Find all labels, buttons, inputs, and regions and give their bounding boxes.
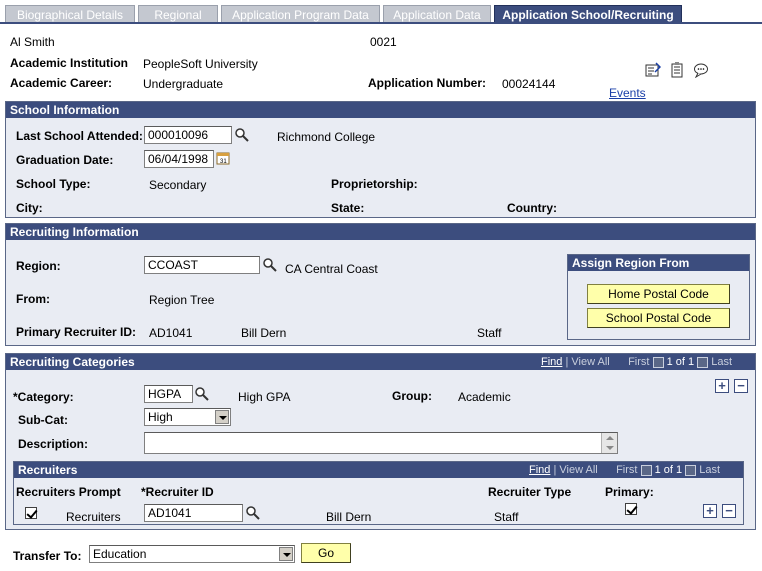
academic-career-label: Academic Career: [10,76,113,90]
last-school-input[interactable]: 000010096 [144,126,232,144]
subcat-select[interactable]: High [144,408,231,426]
home-postal-code-button[interactable]: Home Postal Code [587,284,730,304]
recruiting-information-title: Recruiting Information [6,224,755,240]
graduation-date-label: Graduation Date: [16,153,114,167]
recruiters-prompt-label: Recruiters [66,510,121,524]
primary-recruiter-id: AD1041 [149,326,193,340]
categories-count: 1 of 1 [666,356,695,368]
recruiters-first: First [616,464,638,476]
from-value: Region Tree [149,293,215,307]
description-scrollbar[interactable] [601,433,617,453]
events-link[interactable]: Events [609,86,646,100]
recruiting-categories-nav: Find | View All First 1 of 1 Last [541,356,733,368]
description-textarea[interactable] [144,432,618,454]
school-type-value: Secondary [149,178,207,192]
transfer-to-selected-value: Education [93,547,147,561]
categories-first: First [628,356,650,368]
tab-underline [0,22,762,24]
calendar-icon[interactable]: 31 [216,151,232,167]
region-label: Region: [16,259,61,273]
assign-region-title: Assign Region From [568,255,749,271]
subcat-label: Sub-Cat: [18,413,68,427]
from-label: From: [16,292,50,306]
transfer-to-select[interactable]: Education [89,545,295,563]
school-information-title: School Information [6,102,755,118]
region-input[interactable]: CCOAST [144,256,260,274]
tab-biographical-details[interactable]: Biographical Details [5,5,135,23]
svg-text:31: 31 [220,159,227,165]
region-description: CA Central Coast [285,262,378,276]
tab-regional[interactable]: Regional [138,5,218,23]
categories-view-all: View All [571,356,610,368]
checklist-icon[interactable] [645,62,662,78]
application-number-value: 00024144 [502,77,556,91]
student-name: Al Smith [10,35,55,49]
category-description: High GPA [238,390,291,404]
recruiters-next-arrow-icon[interactable] [685,464,697,476]
region-lookup-icon[interactable] [262,257,278,273]
recruiters-last: Last [699,464,721,476]
last-school-name: Richmond College [277,130,376,144]
recruiter-id-lookup-icon[interactable] [245,505,261,521]
recruiters-prompt-checkbox[interactable] [25,507,37,519]
student-id: 0021 [370,35,397,49]
tab-application-data[interactable]: Application Data [383,5,491,23]
subcat-selected-value: High [148,410,173,424]
categories-next-arrow-icon[interactable] [697,356,709,368]
recruiters-find-link[interactable]: Find [529,464,550,476]
recruiter-add-row-button[interactable]: + [703,504,717,518]
col-primary: Primary: [605,485,654,499]
recruiters-prev-arrow-icon[interactable] [640,464,652,476]
school-postal-code-button[interactable]: School Postal Code [587,308,730,328]
graduation-date-input[interactable]: 06/04/1998 [144,150,214,168]
recruiter-name: Bill Dern [326,510,372,524]
group-label: Group: [392,389,432,403]
recruiters-nav: Find | View All First 1 of 1 Last [529,464,721,476]
primary-recruiter-type: Staff [477,326,502,340]
academic-institution-label: Academic Institution [10,56,129,70]
group-value: Academic [458,390,511,404]
last-school-lookup-icon[interactable] [234,127,250,143]
school-type-label: School Type: [16,177,91,191]
academic-career-value: Undergraduate [143,77,224,91]
proprietorship-label: Proprietorship: [331,177,418,191]
category-label: *Category: [13,390,74,404]
recruiters-view-all: View All [559,464,598,476]
city-label: City: [16,201,43,215]
primary-recruiter-label: Primary Recruiter ID: [16,325,137,339]
school-information-group: School Information [5,101,756,218]
tab-application-program-data[interactable]: Application Program Data [221,5,380,23]
col-recruiters-prompt: Recruiters Prompt [16,485,121,499]
primary-checkbox[interactable] [625,503,637,515]
category-input[interactable]: HGPA [144,385,193,403]
description-label: Description: [18,437,89,451]
notes-icon[interactable] [669,62,685,78]
category-delete-row-button[interactable]: − [734,379,748,393]
chevron-down-icon[interactable] [215,410,229,424]
categories-find-link[interactable]: Find [541,356,562,368]
recruiter-delete-row-button[interactable]: − [722,504,736,518]
state-label: State: [331,201,365,215]
go-button[interactable]: Go [301,543,351,563]
col-recruiter-type: Recruiter Type [488,485,572,499]
category-add-row-button[interactable]: + [715,379,729,393]
comments-icon[interactable] [693,62,709,79]
recruiter-type-value: Staff [494,510,519,524]
chevron-down-icon[interactable] [279,547,293,561]
transfer-to-label: Transfer To: [13,549,82,563]
recruiters-count: 1 of 1 [654,464,683,476]
col-recruiter-id: *Recruiter ID [141,485,214,499]
application-number-label: Application Number: [368,76,487,90]
primary-recruiter-name: Bill Dern [241,326,287,340]
tab-application-school-recruiting[interactable]: Application School/Recruiting [494,5,682,23]
country-label: Country: [507,201,557,215]
recruiter-id-input[interactable]: AD1041 [144,504,243,522]
academic-institution-value: PeopleSoft University [143,57,258,71]
categories-last: Last [711,356,733,368]
categories-prev-arrow-icon[interactable] [652,356,664,368]
category-lookup-icon[interactable] [194,386,210,402]
last-school-label: Last School Attended: [16,129,143,143]
